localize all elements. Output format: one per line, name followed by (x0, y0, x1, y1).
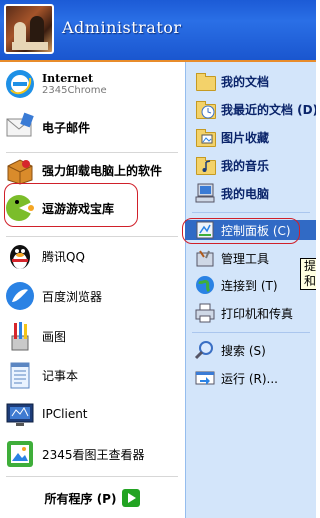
connect-to-item[interactable]: 连接到 (T) (194, 274, 278, 296)
annotation-circle-control-panel (182, 218, 300, 244)
recent-documents-icon (194, 98, 216, 120)
image-viewer-label: 2345看图王查看器 (42, 447, 145, 462)
places-panel: 我的文档 我最近的文档 (D) 图片收藏 我的音乐 我的电脑 控制面板 (C) … (185, 62, 316, 518)
uninstall-box-icon (4, 154, 36, 186)
search-icon (194, 339, 216, 361)
pictures-folder-icon (194, 126, 216, 148)
qq-label: 腾讯QQ (42, 249, 85, 264)
pictures-label: 图片收藏 (221, 130, 270, 145)
divider (6, 476, 178, 477)
uninstall-item[interactable]: 强力卸载电脑上的软件 (4, 154, 162, 186)
internet-browser-icon (4, 68, 36, 100)
divider (192, 212, 310, 213)
all-programs-label: 所有程序 (P) (44, 491, 117, 506)
search-item[interactable]: 搜索 (S) (194, 339, 266, 361)
my-documents-label: 我的文档 (221, 74, 270, 89)
search-label: 搜索 (S) (221, 343, 266, 358)
image-viewer-item[interactable]: 2345看图王查看器 (4, 438, 145, 470)
my-computer-label: 我的电脑 (221, 186, 270, 201)
annotation-circle-games (4, 183, 138, 227)
ipclient-label: IPClient (42, 407, 88, 421)
tooltip-line: 和 (304, 274, 316, 288)
admin-tools-label: 管理工具 (221, 251, 270, 266)
tooltip-line: 提 (304, 259, 316, 273)
my-music-item[interactable]: 我的音乐 (194, 154, 269, 176)
email-item[interactable]: 电子邮件 (4, 111, 90, 143)
ipclient-icon (4, 398, 36, 430)
my-computer-item[interactable]: 我的电脑 (194, 182, 269, 204)
documents-folder-icon (194, 70, 216, 92)
user-avatar[interactable] (4, 4, 54, 54)
email-label: 电子邮件 (42, 120, 91, 135)
paint-item[interactable]: 画图 (4, 320, 66, 352)
ipclient-item[interactable]: IPClient (4, 398, 88, 430)
qq-penguin-icon (4, 240, 36, 272)
uninstall-label: 强力卸载电脑上的软件 (42, 163, 163, 178)
admin-tools-item[interactable]: 管理工具 (194, 247, 269, 269)
my-documents-item[interactable]: 我的文档 (194, 70, 269, 92)
run-label: 运行 (R)... (221, 371, 278, 386)
pictures-item[interactable]: 图片收藏 (194, 126, 269, 148)
pinned-programs-panel: Internet 2345Chrome 电子邮件 强力卸载电脑上的软件 逗游游戏… (0, 62, 185, 518)
printers-item[interactable]: 打印机和传真 (194, 302, 293, 324)
divider (192, 332, 310, 333)
baidu-browser-icon (4, 280, 36, 312)
paint-label: 画图 (42, 329, 67, 344)
email-icon (4, 111, 36, 143)
paint-brushes-icon (4, 320, 36, 352)
internet-subtitle: 2345Chrome (42, 85, 107, 96)
printers-label: 打印机和传真 (221, 306, 294, 321)
divider (6, 236, 178, 237)
run-icon (194, 367, 216, 389)
start-menu-header: Administrator (0, 0, 316, 62)
qq-item[interactable]: 腾讯QQ (4, 240, 85, 272)
all-programs-button[interactable]: 所有程序 (P) (0, 478, 185, 518)
divider (6, 152, 178, 153)
connect-to-label: 连接到 (T) (221, 278, 278, 293)
tooltip: 提 和 (300, 258, 316, 290)
my-music-label: 我的音乐 (221, 158, 270, 173)
admin-tools-icon (194, 247, 216, 269)
start-menu: Administrator Internet 2345Chrome 电子邮件 强… (0, 0, 316, 518)
internet-title: Internet (42, 72, 94, 85)
arrow-right-icon (122, 489, 141, 507)
run-item[interactable]: 运行 (R)... (194, 367, 278, 389)
connect-globe-icon (194, 274, 216, 296)
printer-icon (194, 302, 216, 324)
notepad-label: 记事本 (42, 368, 79, 383)
baidu-browser-label: 百度浏览器 (42, 289, 103, 304)
internet-item[interactable]: Internet 2345Chrome (4, 68, 107, 100)
recent-documents-item[interactable]: 我最近的文档 (D) (194, 98, 316, 120)
recent-documents-label: 我最近的文档 (D) (221, 102, 316, 117)
baidu-browser-item[interactable]: 百度浏览器 (4, 280, 102, 312)
music-folder-icon (194, 154, 216, 176)
image-viewer-icon (4, 438, 36, 470)
notepad-item[interactable]: 记事本 (4, 359, 78, 391)
computer-icon (194, 182, 216, 204)
user-name: Administrator (62, 18, 182, 37)
notepad-icon (4, 359, 36, 391)
